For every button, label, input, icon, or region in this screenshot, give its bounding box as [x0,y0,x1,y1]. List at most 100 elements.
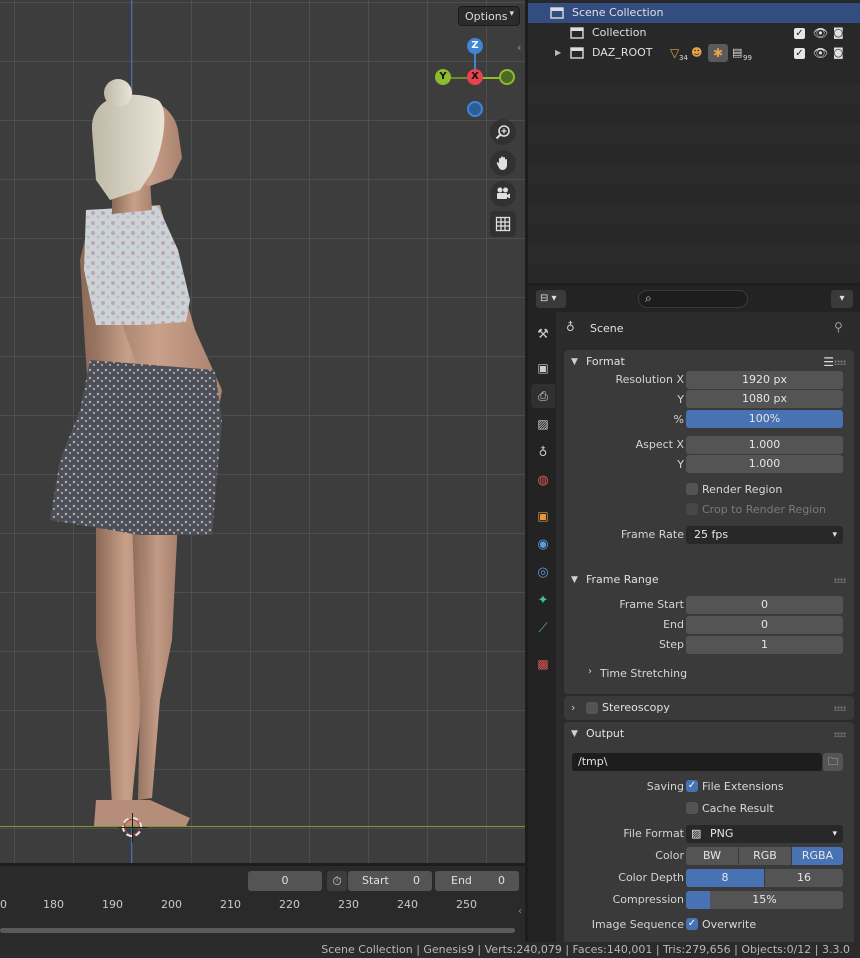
stereoscopy-panel-header[interactable]: › Stereoscopy [564,696,854,720]
texture-tab-icon[interactable]: ▩ [531,652,555,676]
render-tab-icon[interactable]: ▣ [531,356,555,380]
saving-label: Saving [646,780,684,793]
color-rgb-button[interactable]: RGB [739,847,791,865]
bone-tab-icon[interactable]: ⟋ [531,616,555,640]
outliner-row-collection[interactable]: Collection ✓ 👁 ◙ [528,23,860,43]
gizmo-neg-z-axis[interactable] [467,101,483,117]
crop-region-checkbox[interactable] [686,503,698,515]
output-path-input[interactable]: /tmp\ [572,753,822,771]
aspect-y-field[interactable]: 1.000 [686,455,843,473]
gizmo-pos-y-axis[interactable] [499,69,515,85]
chevron-down-icon[interactable]: ▾ [831,290,853,308]
modifiers-tab-icon[interactable]: ◉ [531,532,555,556]
resolution-x-field[interactable]: 1920 px [686,371,843,389]
color-bw-button[interactable]: BW [686,847,738,865]
3d-cursor[interactable] [118,813,148,843]
gizmo-z-axis[interactable]: Z [467,38,483,54]
outliner-row-scene-collection[interactable]: Scene Collection [528,3,860,23]
sidebar-toggle-icon[interactable]: ‹ [517,41,521,54]
drag-grip-icon[interactable] [834,360,846,365]
format-panel: ▼ Format ☰ Resolution X 1920 px Y 1080 p… [564,350,854,590]
expand-arrow-icon[interactable]: ▶ [555,43,561,63]
armature-icon[interactable]: ✱ [708,44,728,62]
depth-16-button[interactable]: 16 [765,869,843,887]
properties-header: ⊟ ▾ ⌕ ▾ [528,286,860,312]
eye-icon[interactable]: 👁 [813,43,828,63]
resolution-x-label: Resolution X [615,373,684,386]
output-panel-header[interactable]: ▼ Output [564,722,854,746]
gizmo-y-axis[interactable]: Y [435,69,451,85]
start-frame-field[interactable]: Start 0 [348,871,432,891]
frame-rate-dropdown[interactable]: 25 fps ▾ [686,526,843,544]
view-layer-tab-icon[interactable]: ▨ [531,412,555,436]
drag-grip-icon[interactable] [834,706,846,711]
render-region-checkbox[interactable] [686,483,698,495]
frame-step-field[interactable]: 1 [686,636,843,654]
chevron-down-icon: ▾ [832,829,837,839]
eye-icon[interactable]: 👁 [813,23,828,43]
current-frame-field[interactable]: 0 [248,871,322,891]
depth-8-button[interactable]: 8 [686,869,764,887]
exclude-checkbox[interactable]: ✓ [794,48,805,59]
file-format-value: PNG [710,827,734,840]
character-model[interactable] [0,0,525,863]
object-tab-icon[interactable]: ▣ [531,504,555,528]
camera-render-icon[interactable]: ◙ [833,23,844,43]
3d-viewport[interactable]: Options ▾ ‹ Z Y X [0,0,525,863]
grid-view-icon[interactable] [490,211,516,237]
compression-slider[interactable]: 15% [686,891,843,909]
frame-range-panel-header[interactable]: ▼ Frame Range [564,568,854,592]
file-format-dropdown[interactable]: ▨ PNG ▾ [686,825,843,843]
file-format-label: File Format [623,827,684,840]
file-extensions-checkbox[interactable]: ✓ [686,780,698,792]
timeline[interactable]: 0 ⏱ Start 0 End 0 0 180 190 200 210 220 … [0,866,525,942]
pose-tab-icon[interactable]: ✦ [531,588,555,612]
pin-icon[interactable]: ⚲ [834,320,843,334]
outliner[interactable]: Scene Collection Collection ✓ 👁 ◙ ▶ DAZ_… [528,0,860,283]
overwrite-checkbox[interactable]: ✓ [686,918,698,930]
editor-type-dropdown[interactable]: ⊟ ▾ [536,290,566,308]
search-input[interactable]: ⌕ [638,290,748,308]
end-label: End [451,874,472,887]
options-dropdown[interactable]: Options ▾ [458,6,520,26]
aspect-x-field[interactable]: 1.000 [686,436,843,454]
color-rgba-button[interactable]: RGBA [792,847,843,865]
ruler-tick: 210 [220,898,241,911]
exclude-checkbox[interactable]: ✓ [794,28,805,39]
context-title: Scene [590,322,624,335]
frame-start-field[interactable]: 0 [686,596,843,614]
resolution-y-field[interactable]: 1080 px [686,390,843,408]
properties-editor[interactable]: ⊟ ▾ ⌕ ▾ ⚒ ▣ ⎙ ▨ ♁ ◍ ▣ ◉ ◎ ✦ ⟋ ▩ ♁ Scene … [528,286,860,942]
percent-label: % [673,413,684,426]
tool-tab-icon[interactable]: ⚒ [531,322,555,346]
frame-end-field[interactable]: 0 [686,616,843,634]
chevron-right-icon: › [588,666,592,677]
camera-icon[interactable] [490,181,516,207]
end-frame-field[interactable]: End 0 [435,871,519,891]
camera-render-icon[interactable]: ◙ [833,43,844,63]
gizmo-x-axis[interactable]: X [467,69,483,85]
pan-hand-icon[interactable] [490,150,516,176]
physics-tab-icon[interactable]: ◎ [531,560,555,584]
timeline-scrollbar[interactable] [0,928,515,933]
stereoscopy-panel[interactable]: › Stereoscopy [564,696,854,720]
cache-result-checkbox[interactable] [686,802,698,814]
stopwatch-icon[interactable]: ⏱ [327,871,347,891]
drag-grip-icon[interactable] [834,578,846,583]
frame-rate-label: Frame Rate [621,528,684,541]
frame-ruler[interactable]: 0 180 190 200 210 220 230 240 250 [0,898,525,918]
timeline-scroll-arrow-icon[interactable]: ‹ [518,906,522,917]
outliner-label: DAZ_ROOT [592,46,653,59]
outliner-label: Collection [592,26,647,39]
world-tab-icon[interactable]: ◍ [531,468,555,492]
resolution-percent-slider[interactable]: 100% [686,410,843,428]
stereoscopy-checkbox[interactable] [586,702,598,714]
outliner-row-daz-root[interactable]: ▶ DAZ_ROOT ▽ 34 ☻ ✱ ▤ 99 ✓ 👁 ◙ [528,43,860,63]
drag-grip-icon[interactable] [834,732,846,737]
time-stretching-subpanel[interactable]: › Time Stretching [578,662,848,684]
zoom-icon[interactable] [490,119,516,145]
folder-icon[interactable]: 🗀 [823,753,843,771]
scene-tab-icon[interactable]: ♁ [531,440,555,464]
collection-box-icon [570,27,584,39]
output-tab-icon[interactable]: ⎙ [531,384,555,408]
